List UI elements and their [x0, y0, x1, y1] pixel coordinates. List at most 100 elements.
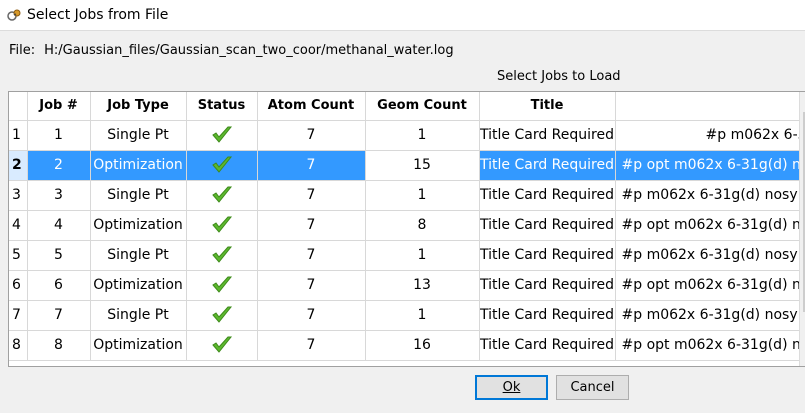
file-path: H:/Gaussian_files/Gaussian_scan_two_coor… [44, 43, 454, 58]
row-number[interactable]: 2 [9, 150, 28, 181]
table-row[interactable]: 7 7 Single Pt 7 1 Title Card Required #p m062x… [9, 300, 805, 331]
atom-count-cell[interactable]: 7 [257, 270, 366, 301]
job-number-cell[interactable]: 7 [27, 300, 91, 331]
vertical-scrollbar[interactable] [799, 92, 805, 366]
job-type-cell[interactable]: Single Pt [90, 180, 187, 211]
title-cell[interactable]: Title Card Required [479, 180, 616, 211]
status-header[interactable]: Status [186, 92, 258, 121]
app-icon [7, 9, 21, 21]
status-cell[interactable] [186, 330, 258, 361]
ok-button[interactable]: Ok [475, 375, 548, 400]
route-cell[interactable]: #p opt m062x 6-31g(d) nosy [615, 210, 805, 241]
table-row[interactable]: 2 2 Optimization 7 15 Title Card Required #p o… [9, 150, 805, 181]
check-icon [211, 216, 232, 233]
title-cell[interactable]: Title Card Required [479, 210, 616, 241]
window-title: Select Jobs from File [27, 7, 169, 23]
select-jobs-label: Select Jobs to Load [497, 69, 621, 84]
atom-count-cell[interactable]: 7 [257, 120, 366, 151]
table-header: Job # Job Type Status Atom Count Geom Co… [9, 92, 805, 121]
table-row[interactable]: 3 3 Single Pt 7 1 Title Card Required #p m062x… [9, 180, 805, 211]
status-cell[interactable] [186, 270, 258, 301]
table-row[interactable]: 6 6 Optimization 7 13 Title Card Required #p o… [9, 270, 805, 301]
route-cell[interactable]: #p opt m062x 6-31g(d) nosy [615, 330, 805, 361]
atom-count-cell[interactable]: 7 [257, 150, 366, 181]
jobs-table: Job # Job Type Status Atom Count Geom Co… [8, 91, 805, 367]
row-number[interactable]: 6 [9, 270, 28, 301]
title-cell[interactable]: Title Card Required [479, 150, 616, 181]
geom-count-cell[interactable]: 1 [365, 240, 480, 271]
job-number-cell[interactable]: 6 [27, 270, 91, 301]
geom-count-cell[interactable]: 1 [365, 180, 480, 211]
title-cell[interactable]: Title Card Required [479, 330, 616, 361]
status-cell[interactable] [186, 150, 258, 181]
title-cell[interactable]: Title Card Required [479, 120, 616, 151]
check-icon [211, 126, 232, 143]
table-row[interactable]: 5 5 Single Pt 7 1 Title Card Required #p m062x… [9, 240, 805, 271]
geom-count-cell[interactable]: 16 [365, 330, 480, 361]
title-cell[interactable]: Title Card Required [479, 300, 616, 331]
check-icon [211, 186, 232, 203]
route-header[interactable] [615, 92, 805, 121]
check-icon [211, 306, 232, 323]
title-cell[interactable]: Title Card Required [479, 270, 616, 301]
job-type-cell[interactable]: Optimization [90, 330, 187, 361]
job-type-cell[interactable]: Single Pt [90, 120, 187, 151]
table-row[interactable]: 1 1 Single Pt 7 1 Title Card Required #p m062x… [9, 120, 805, 151]
status-cell[interactable] [186, 240, 258, 271]
job-number-cell[interactable]: 2 [27, 150, 91, 181]
status-cell[interactable] [186, 210, 258, 241]
table-row[interactable]: 8 8 Optimization 7 16 Title Card Required #p o… [9, 330, 805, 361]
job-type-header[interactable]: Job Type [90, 92, 187, 121]
job-number-header[interactable]: Job # [27, 92, 91, 121]
atom-count-cell[interactable]: 7 [257, 300, 366, 331]
job-type-cell[interactable]: Optimization [90, 270, 187, 301]
atom-count-cell[interactable]: 7 [257, 240, 366, 271]
row-number[interactable]: 1 [9, 120, 28, 151]
check-icon [211, 156, 232, 173]
row-number[interactable]: 8 [9, 330, 28, 361]
check-icon [211, 336, 232, 353]
row-number[interactable]: 4 [9, 210, 28, 241]
geom-count-cell[interactable]: 15 [365, 150, 480, 181]
job-type-cell[interactable]: Single Pt [90, 240, 187, 271]
status-cell[interactable] [186, 120, 258, 151]
geom-count-cell[interactable]: 13 [365, 270, 480, 301]
check-icon [211, 246, 232, 263]
route-cell[interactable]: #p m062x 6-31g(d) nosy [615, 300, 805, 331]
title-header[interactable]: Title [479, 92, 616, 121]
atom-count-cell[interactable]: 7 [257, 210, 366, 241]
row-number[interactable]: 3 [9, 180, 28, 211]
job-number-cell[interactable]: 3 [27, 180, 91, 211]
atom-count-cell[interactable]: 7 [257, 180, 366, 211]
status-cell[interactable] [186, 300, 258, 331]
job-number-cell[interactable]: 1 [27, 120, 91, 151]
job-type-cell[interactable]: Single Pt [90, 300, 187, 331]
row-number[interactable]: 7 [9, 300, 28, 331]
job-type-cell[interactable]: Optimization [90, 210, 187, 241]
job-number-cell[interactable]: 4 [27, 210, 91, 241]
geom-count-header[interactable]: Geom Count [365, 92, 480, 121]
ok-label: Ok [502, 380, 521, 395]
route-cell[interactable]: #p m062x 6-31g(d) nosy [615, 180, 805, 211]
row-number[interactable]: 5 [9, 240, 28, 271]
atom-count-cell[interactable]: 7 [257, 330, 366, 361]
route-cell[interactable]: #p m062x 6-3 [615, 120, 805, 151]
cancel-button[interactable]: Cancel [556, 375, 629, 400]
job-number-cell[interactable]: 8 [27, 330, 91, 361]
title-bar: Select Jobs from File [0, 0, 805, 31]
check-icon [211, 276, 232, 293]
status-cell[interactable] [186, 180, 258, 211]
geom-count-cell[interactable]: 1 [365, 300, 480, 331]
job-type-cell[interactable]: Optimization [90, 150, 187, 181]
title-cell[interactable]: Title Card Required [479, 240, 616, 271]
table-row[interactable]: 4 4 Optimization 7 8 Title Card Required #p op… [9, 210, 805, 241]
geom-count-cell[interactable]: 8 [365, 210, 480, 241]
file-line: File: H:/Gaussian_files/Gaussian_scan_two… [9, 43, 454, 58]
route-cell[interactable]: #p opt m062x 6-31g(d) nosy [615, 270, 805, 301]
file-label: File: [9, 43, 36, 58]
job-number-cell[interactable]: 5 [27, 240, 91, 271]
route-cell[interactable]: #p m062x 6-31g(d) nosy [615, 240, 805, 271]
geom-count-cell[interactable]: 1 [365, 120, 480, 151]
route-cell[interactable]: #p opt m062x 6-31g(d) nosy [615, 150, 805, 181]
atom-count-header[interactable]: Atom Count [257, 92, 366, 121]
